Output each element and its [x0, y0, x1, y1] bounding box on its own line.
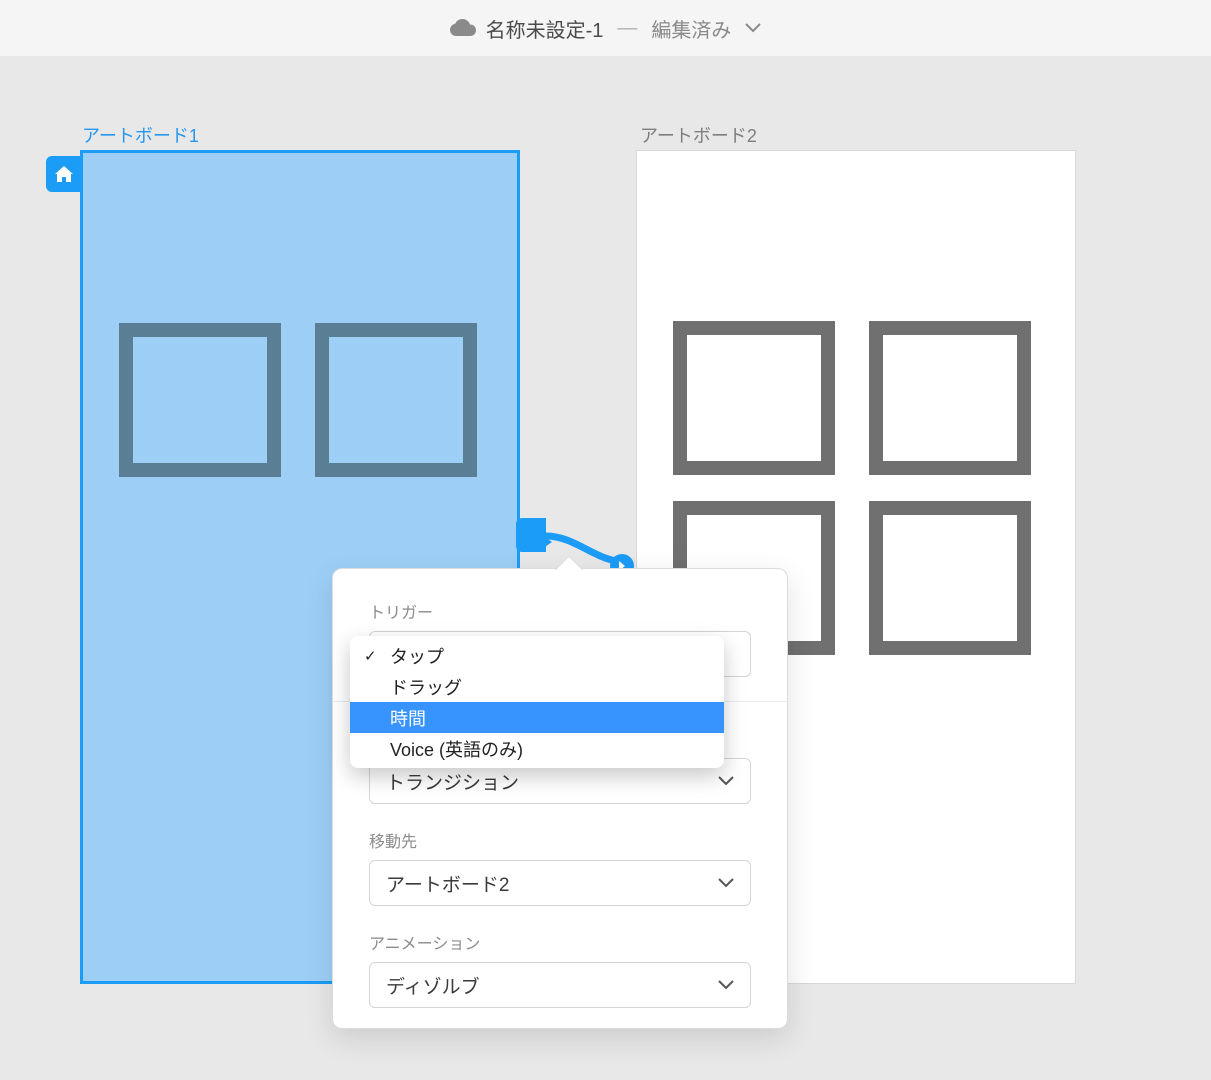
animation-field-label: アニメーション	[369, 930, 751, 954]
destination-select[interactable]: アートボード2	[369, 860, 751, 906]
rectangle-shape[interactable]	[315, 323, 477, 477]
cloud-icon	[450, 19, 476, 37]
artboard-1-label[interactable]: アートボード1	[82, 122, 199, 148]
rectangle-shape[interactable]	[119, 323, 281, 477]
rectangle-shape[interactable]	[869, 321, 1031, 475]
artboard-2-label[interactable]: アートボード2	[640, 122, 757, 148]
action-select-value: トランジション	[386, 768, 519, 795]
animation-select-value: ディゾルブ	[386, 972, 480, 999]
chevron-down-icon[interactable]	[745, 23, 761, 33]
home-badge[interactable]	[46, 156, 82, 192]
trigger-option-drag[interactable]: ドラッグ	[350, 671, 724, 702]
separator: —	[617, 17, 637, 40]
trigger-option-time[interactable]: 時間	[350, 702, 724, 733]
app-header: 名称未設定-1 — 編集済み	[0, 0, 1211, 56]
trigger-field-label: トリガー	[369, 599, 751, 623]
trigger-option-label: ドラッグ	[390, 674, 462, 700]
trigger-dropdown-menu: ✓ タップ ドラッグ 時間 Voice (英語のみ)	[350, 636, 724, 768]
trigger-option-tap[interactable]: ✓ タップ	[350, 640, 724, 671]
destination-select-value: アートボード2	[386, 870, 509, 897]
rectangle-shape[interactable]	[673, 321, 835, 475]
trigger-option-label: 時間	[390, 705, 426, 731]
canvas[interactable]: アートボード1 アートボード2 トリガー アクション トランジション 移動先 ア…	[0, 56, 1211, 1080]
trigger-option-voice[interactable]: Voice (英語のみ)	[350, 733, 724, 764]
rectangle-shape[interactable]	[869, 501, 1031, 655]
check-icon: ✓	[364, 647, 377, 665]
animation-select[interactable]: ディゾルブ	[369, 962, 751, 1008]
document-status[interactable]: 編集済み	[651, 14, 731, 43]
chevron-down-icon	[718, 974, 734, 996]
prototype-wire-handle[interactable]	[516, 518, 546, 552]
trigger-option-label: タップ	[390, 643, 444, 669]
document-title[interactable]: 名称未設定-1	[486, 14, 604, 43]
chevron-down-icon	[718, 872, 734, 894]
chevron-down-icon	[718, 770, 734, 792]
trigger-option-label: Voice (英語のみ)	[390, 736, 523, 762]
destination-field-label: 移動先	[369, 828, 751, 852]
